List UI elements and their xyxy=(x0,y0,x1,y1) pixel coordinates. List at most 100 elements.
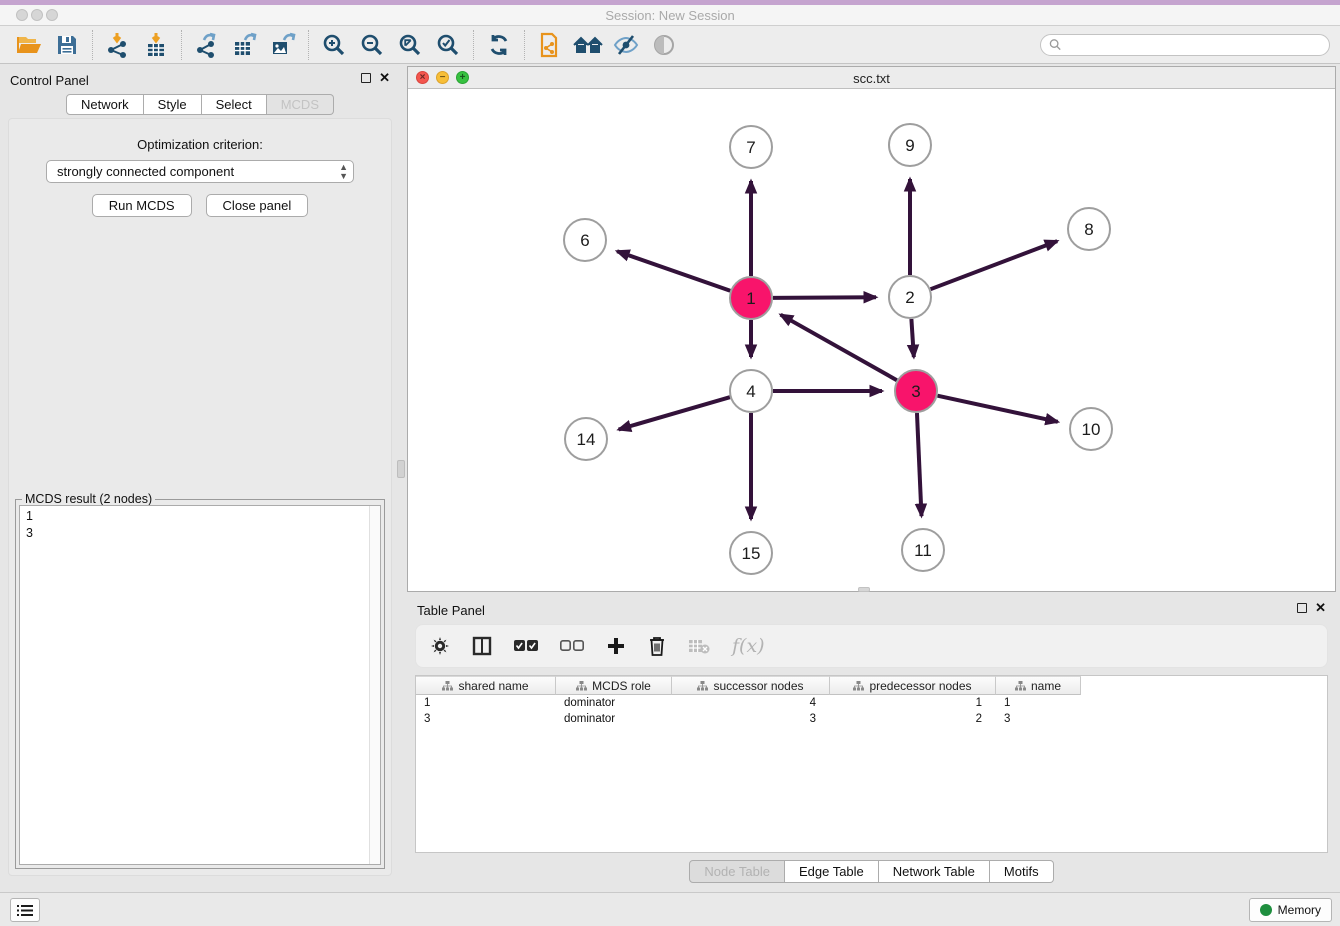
tab-network[interactable]: Network xyxy=(66,94,144,115)
home-view-icon[interactable] xyxy=(569,29,607,61)
edge-1-6[interactable] xyxy=(617,251,730,291)
zoom-selected-icon[interactable] xyxy=(429,29,467,61)
tab-style[interactable]: Style xyxy=(144,94,202,115)
graph-node-10[interactable]: 10 xyxy=(1070,408,1112,450)
mcds-result-scrollbar[interactable] xyxy=(369,506,380,864)
network-canvas[interactable]: 7 9 6 8 1 2 4 3 14 10 15 11 xyxy=(408,89,1335,591)
tab-edge-table[interactable]: Edge Table xyxy=(785,860,879,883)
table-body: 1dominator4113dominator323 xyxy=(416,695,1327,727)
float-panel-icon[interactable] xyxy=(361,73,371,83)
graph-node-15[interactable]: 15 xyxy=(730,532,772,574)
memory-status-icon xyxy=(1260,904,1272,916)
graph-node-11[interactable]: 11 xyxy=(902,529,944,571)
table-cell[interactable]: dominator xyxy=(556,695,672,711)
select-all-rows-icon[interactable] xyxy=(514,639,538,653)
table-row[interactable]: 3dominator323 xyxy=(416,711,1327,727)
run-mcds-button[interactable]: Run MCDS xyxy=(92,194,192,217)
column-header-name[interactable]: name xyxy=(996,676,1081,695)
column-header-MCDS-role[interactable]: MCDS role xyxy=(556,676,672,695)
mcds-tab-content: Optimization criterion: strongly connect… xyxy=(8,118,392,876)
graph-node-9[interactable]: 9 xyxy=(889,124,931,166)
deselect-all-rows-icon[interactable] xyxy=(560,639,584,653)
table-settings-gear-icon[interactable] xyxy=(430,636,450,656)
tab-select[interactable]: Select xyxy=(202,94,267,115)
column-header-predecessor-nodes[interactable]: predecessor nodes xyxy=(830,676,996,695)
edge-3-1[interactable] xyxy=(781,315,897,381)
delete-table-icon[interactable] xyxy=(688,638,710,654)
edge-2-8[interactable] xyxy=(931,241,1058,289)
close-table-panel-icon[interactable]: ✕ xyxy=(1315,603,1326,613)
save-session-icon[interactable] xyxy=(48,29,86,61)
graph-node-2[interactable]: 2 xyxy=(889,276,931,318)
table-row[interactable]: 1dominator411 xyxy=(416,695,1327,711)
tab-node-table[interactable]: Node Table xyxy=(689,860,785,883)
optimization-criterion-label: Optimization criterion: xyxy=(9,137,391,152)
float-table-panel-icon[interactable] xyxy=(1297,603,1307,613)
export-image-icon[interactable] xyxy=(264,29,302,61)
network-window-title: scc.txt xyxy=(408,71,1335,86)
import-table-icon[interactable] xyxy=(137,29,175,61)
table-cell[interactable]: 2 xyxy=(830,711,996,727)
tab-motifs[interactable]: Motifs xyxy=(990,860,1054,883)
horizontal-splitter-handle[interactable] xyxy=(858,587,870,592)
show-panel-icon[interactable] xyxy=(645,29,683,61)
table-cell[interactable]: 3 xyxy=(416,711,556,727)
export-table-icon[interactable] xyxy=(226,29,264,61)
window-title: Session: New Session xyxy=(0,8,1340,23)
memory-button[interactable]: Memory xyxy=(1249,898,1332,922)
tree-icon xyxy=(697,681,708,691)
table-cell[interactable]: 4 xyxy=(672,695,830,711)
close-panel-icon[interactable]: ✕ xyxy=(379,73,390,83)
open-file-icon[interactable] xyxy=(10,29,48,61)
edge-3-10[interactable] xyxy=(937,396,1057,422)
zoom-in-icon[interactable] xyxy=(315,29,353,61)
edge-3-11[interactable] xyxy=(917,413,922,516)
zoom-fit-icon[interactable] xyxy=(391,29,429,61)
graph-node-14[interactable]: 14 xyxy=(565,418,607,460)
delete-column-icon[interactable] xyxy=(648,636,666,656)
clone-network-icon[interactable] xyxy=(531,29,569,61)
status-bar: Memory xyxy=(0,892,1340,926)
network-view-window: × − + scc.txt 7968124314101511 xyxy=(407,66,1336,592)
tab-network-table[interactable]: Network Table xyxy=(879,860,990,883)
table-cell[interactable]: dominator xyxy=(556,711,672,727)
table-panel: Table Panel ✕ xyxy=(407,596,1336,890)
refresh-icon[interactable] xyxy=(480,29,518,61)
create-column-icon[interactable] xyxy=(606,636,626,656)
table-cell[interactable]: 3 xyxy=(996,711,1081,727)
table-cell[interactable]: 1 xyxy=(830,695,996,711)
table-header-row: shared nameMCDS rolesuccessor nodesprede… xyxy=(416,676,1327,695)
graph-node-7[interactable]: 7 xyxy=(730,126,772,168)
tab-mcds[interactable]: MCDS xyxy=(267,94,334,115)
column-header-shared-name[interactable]: shared name xyxy=(416,676,556,695)
graph-node-8[interactable]: 8 xyxy=(1068,208,1110,250)
edge-4-14[interactable] xyxy=(619,397,730,429)
function-builder-icon[interactable]: f(x) xyxy=(732,635,765,657)
hide-panel-icon[interactable] xyxy=(607,29,645,61)
svg-text:11: 11 xyxy=(914,541,932,560)
zoom-out-icon[interactable] xyxy=(353,29,391,61)
optimization-criterion-select[interactable]: strongly connected component ▲▼ xyxy=(46,160,354,183)
edge-1-2[interactable] xyxy=(773,297,876,298)
table-cell[interactable]: 1 xyxy=(416,695,556,711)
export-network-icon[interactable] xyxy=(188,29,226,61)
close-panel-button[interactable]: Close panel xyxy=(206,194,309,217)
show-columns-icon[interactable] xyxy=(472,636,492,656)
graph-node-6[interactable]: 6 xyxy=(564,219,606,261)
table-cell[interactable]: 3 xyxy=(672,711,830,727)
import-network-icon[interactable] xyxy=(99,29,137,61)
task-history-button[interactable] xyxy=(10,898,40,922)
control-panel-tabs: NetworkStyleSelectMCDS xyxy=(0,94,400,115)
mcds-result-box: 1 3 xyxy=(19,505,381,865)
graph-node-4[interactable]: 4 xyxy=(730,370,772,412)
vertical-splitter-handle[interactable] xyxy=(397,460,405,478)
table-cell[interactable]: 1 xyxy=(996,695,1081,711)
tree-icon xyxy=(442,681,453,691)
graph-node-1[interactable]: 1 xyxy=(730,277,772,319)
column-header-successor-nodes[interactable]: successor nodes xyxy=(672,676,830,695)
svg-text:15: 15 xyxy=(742,544,761,563)
edge-2-3[interactable] xyxy=(911,319,913,357)
graph-node-3[interactable]: 3 xyxy=(895,370,937,412)
search-field[interactable] xyxy=(1040,34,1330,56)
search-input[interactable] xyxy=(1066,38,1321,52)
